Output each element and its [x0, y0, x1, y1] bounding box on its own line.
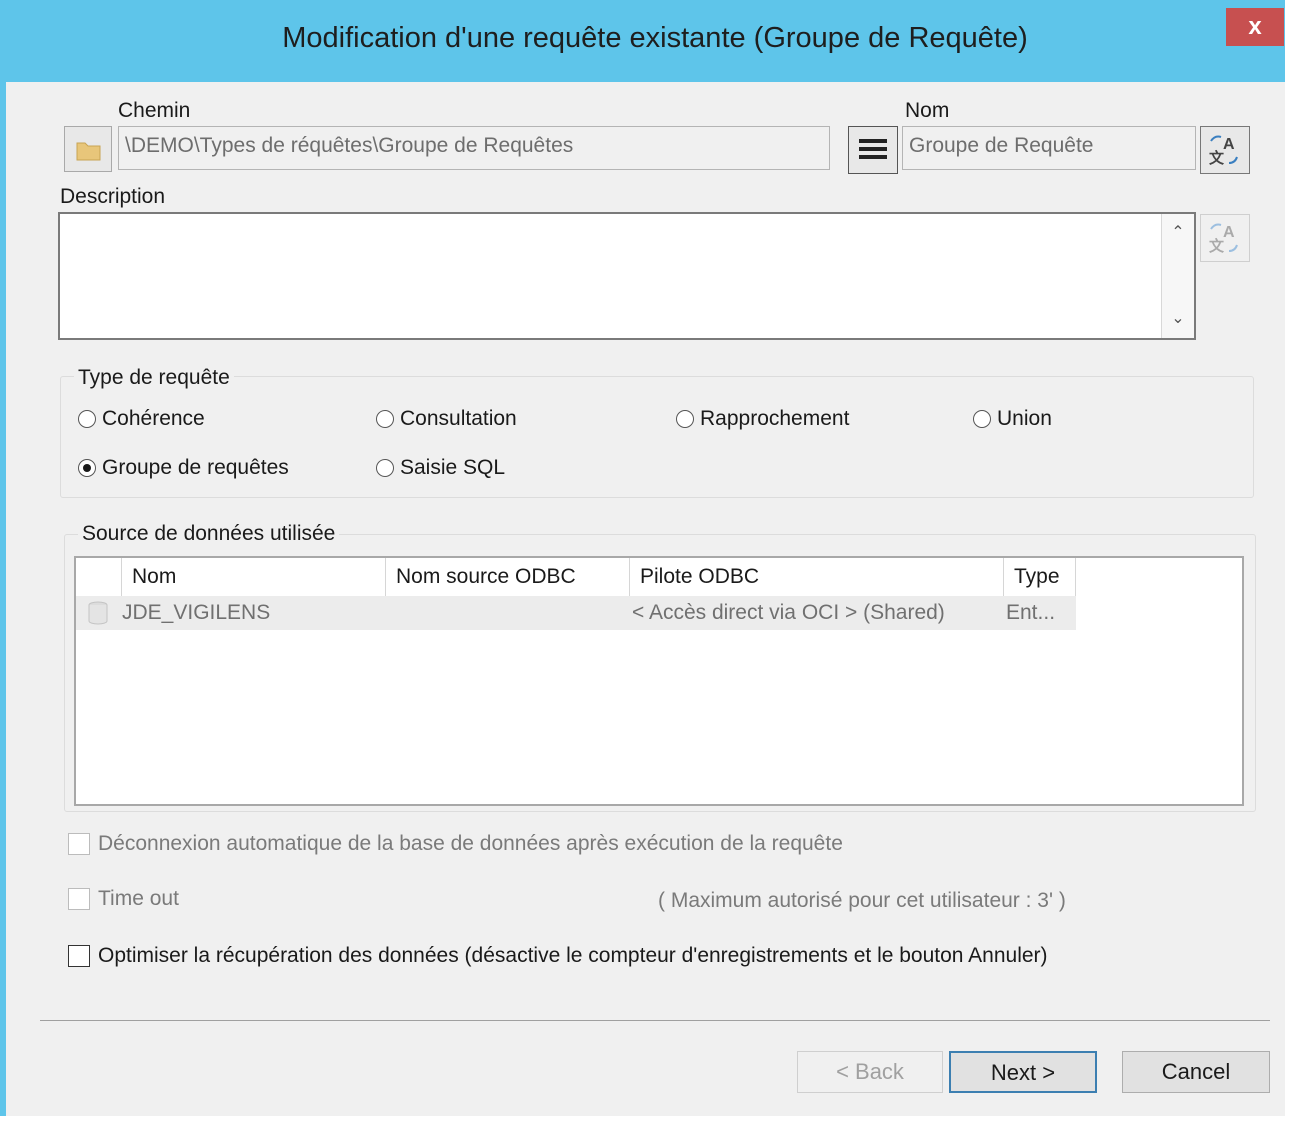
- column-header-nom[interactable]: Nom: [122, 558, 386, 596]
- description-scrollbar[interactable]: ⌃ ⌄: [1161, 214, 1194, 338]
- radio-coherence[interactable]: Cohérence: [78, 407, 205, 431]
- timeout-checkbox-box: [68, 888, 90, 910]
- optimize-label: Optimiser la récupération des données (d…: [98, 944, 1048, 967]
- row-type: Ent...: [1006, 601, 1056, 624]
- radio-union-label: Union: [997, 407, 1052, 430]
- radio-saisie-sql-label: Saisie SQL: [400, 456, 506, 479]
- radio-coherence-indicator: [78, 410, 96, 428]
- column-header-odbc-source[interactable]: Nom source ODBC: [386, 558, 630, 596]
- database-icon: [86, 596, 116, 641]
- svg-text:文: 文: [1209, 149, 1225, 167]
- translate-name-button[interactable]: A 文: [1200, 126, 1250, 174]
- row-name: JDE_VIGILENS: [122, 601, 271, 624]
- scroll-down-icon[interactable]: ⌄: [1162, 304, 1194, 334]
- footer-divider: [40, 1020, 1270, 1021]
- description-textarea[interactable]: ⌃ ⌄: [58, 212, 1196, 340]
- radio-rapprochement-indicator: [676, 410, 694, 428]
- svg-text:A: A: [1223, 136, 1235, 153]
- radio-saisie-sql-indicator: [376, 459, 394, 477]
- column-header-type[interactable]: Type: [1004, 558, 1076, 596]
- radio-coherence-label: Cohérence: [102, 407, 205, 430]
- column-header-odbc-driver[interactable]: Pilote ODBC: [630, 558, 1004, 596]
- table-row[interactable]: JDE_VIGILENS < Accès direct via OCI > (S…: [76, 596, 1076, 630]
- radio-consultation-label: Consultation: [400, 407, 517, 430]
- timeout-label: Time out: [98, 887, 179, 910]
- datasource-table[interactable]: Nom Nom source ODBC Pilote ODBC Type JDE…: [74, 556, 1244, 806]
- radio-union[interactable]: Union: [973, 407, 1052, 431]
- row-odbc-driver: < Accès direct via OCI > (Shared): [632, 601, 945, 624]
- radio-consultation-indicator: [376, 410, 394, 428]
- menu-lines-icon: [859, 139, 887, 159]
- cancel-button[interactable]: Cancel: [1122, 1051, 1270, 1093]
- radio-union-indicator: [973, 410, 991, 428]
- list-button[interactable]: [848, 126, 898, 174]
- optimize-checkbox-box: [68, 945, 90, 967]
- table-header-selector: [76, 558, 122, 596]
- radio-groupe-de-requetes-indicator: [78, 459, 96, 477]
- query-type-legend: Type de requête: [74, 366, 234, 390]
- timeout-checkbox[interactable]: Time out: [68, 887, 179, 911]
- name-label: Nom: [905, 99, 950, 122]
- dialog-body: Chemin \DEMO\Types de réquêtes\Groupe de…: [6, 82, 1285, 1116]
- datasource-legend: Source de données utilisée: [78, 522, 340, 546]
- radio-groupe-de-requetes[interactable]: Groupe de requêtes: [78, 456, 289, 480]
- radio-saisie-sql[interactable]: Saisie SQL: [376, 456, 505, 480]
- back-button[interactable]: < Back: [797, 1051, 943, 1093]
- browse-folder-button[interactable]: [64, 126, 112, 172]
- name-field[interactable]: Groupe de Requête: [902, 126, 1196, 170]
- radio-rapprochement[interactable]: Rapprochement: [676, 407, 849, 431]
- folder-icon: [76, 142, 101, 161]
- translate-icon: A 文: [1209, 223, 1238, 255]
- auto-disconnect-checkbox-box: [68, 833, 90, 855]
- dialog-window: Modification d'une requête existante (Gr…: [0, 0, 1285, 1116]
- auto-disconnect-label: Déconnexion automatique de la base de do…: [98, 832, 843, 855]
- optimize-checkbox[interactable]: Optimiser la récupération des données (d…: [68, 944, 1048, 968]
- description-label: Description: [60, 185, 166, 208]
- radio-groupe-de-requetes-label: Groupe de requêtes: [102, 456, 289, 479]
- radio-consultation[interactable]: Consultation: [376, 407, 517, 431]
- window-title: Modification d'une requête existante (Gr…: [282, 22, 1028, 54]
- path-label: Chemin: [118, 99, 191, 122]
- translate-icon: A 文: [1209, 135, 1238, 167]
- title-bar[interactable]: Modification d'une requête existante (Gr…: [0, 0, 1285, 82]
- radio-rapprochement-label: Rapprochement: [700, 407, 850, 430]
- svg-text:A: A: [1223, 224, 1235, 241]
- close-button[interactable]: x: [1226, 8, 1284, 46]
- next-button[interactable]: Next >: [949, 1051, 1097, 1093]
- timeout-max-text: ( Maximum autorisé pour cet utilisateur …: [658, 889, 1066, 912]
- svg-text:文: 文: [1209, 237, 1225, 255]
- scroll-up-icon[interactable]: ⌃: [1162, 218, 1194, 248]
- translate-description-button[interactable]: A 文: [1200, 214, 1250, 262]
- auto-disconnect-checkbox[interactable]: Déconnexion automatique de la base de do…: [68, 832, 843, 856]
- path-field[interactable]: \DEMO\Types de réquêtes\Groupe de Requêt…: [118, 126, 830, 170]
